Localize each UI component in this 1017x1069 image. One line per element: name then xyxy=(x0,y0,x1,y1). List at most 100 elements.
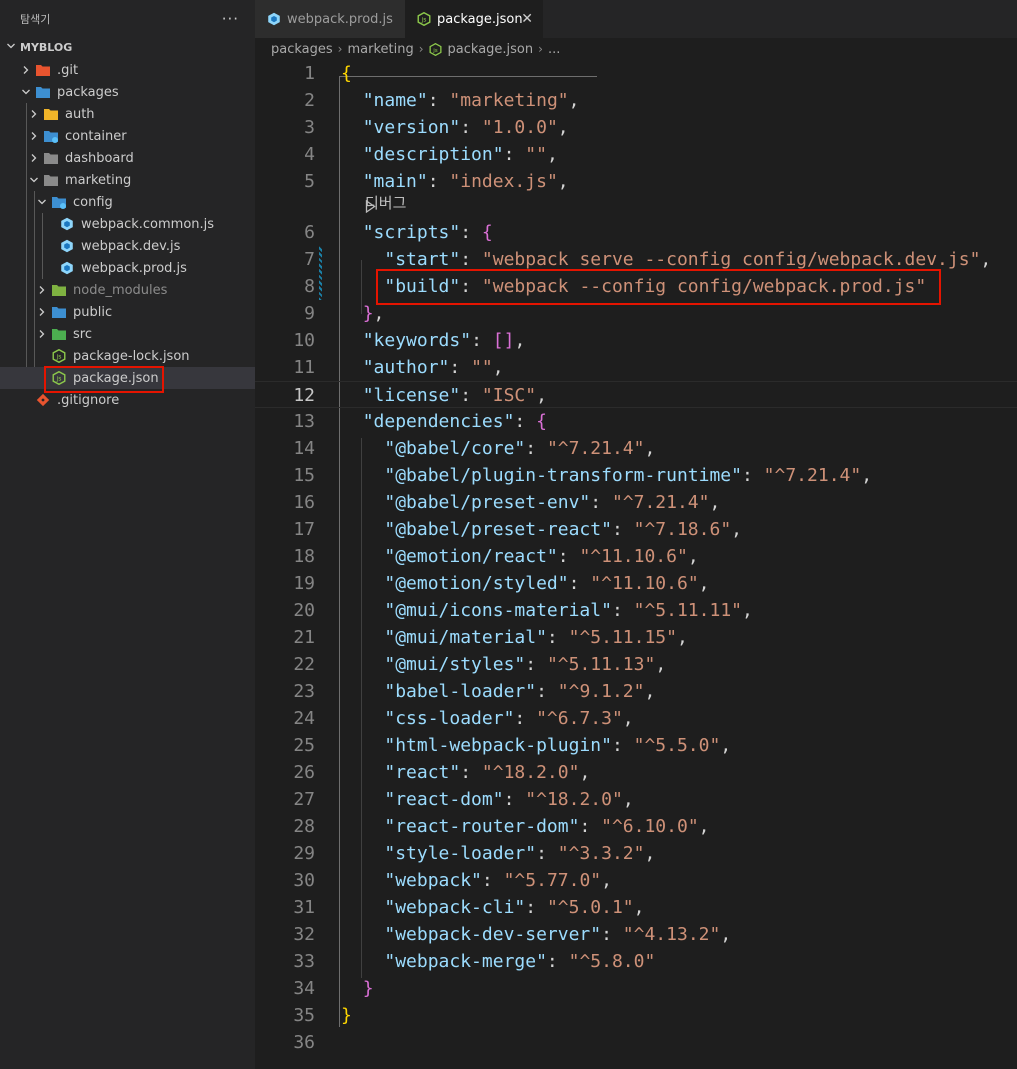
code-line[interactable]: 32 "webpack-dev-server": "^4.13.2", xyxy=(255,921,1017,948)
breadcrumb-marketing[interactable]: marketing xyxy=(347,42,413,57)
tree-item-webpack-prod-js[interactable]: webpack.prod.js xyxy=(0,257,255,279)
tree-item-config[interactable]: config xyxy=(0,191,255,213)
tree-item-auth[interactable]: auth xyxy=(0,103,255,125)
code-line[interactable]: 36 xyxy=(255,1029,1017,1056)
close-icon[interactable]: ✕ xyxy=(521,11,533,27)
code-line[interactable]: 4 "description": "", xyxy=(255,141,1017,168)
code-line[interactable]: 12 "license": "ISC", xyxy=(255,381,1017,408)
line-number: 16 xyxy=(293,492,315,513)
packages-folder-icon xyxy=(35,81,51,103)
code-line[interactable]: 27 "react-dom": "^18.2.0", xyxy=(255,786,1017,813)
code-token: "style-loader" xyxy=(384,843,537,864)
code-token: : xyxy=(741,465,764,486)
tree-item-public[interactable]: public xyxy=(0,301,255,323)
line-number: 14 xyxy=(293,438,315,459)
breadcrumb-packages[interactable]: packages xyxy=(271,42,333,57)
code-line[interactable]: 28 "react-router-dom": "^6.10.0", xyxy=(255,813,1017,840)
code-line[interactable]: 2 "name": "marketing", xyxy=(255,87,1017,114)
code-line[interactable]: 14 "@babel/core": "^7.21.4", xyxy=(255,435,1017,462)
code-line[interactable]: 5 "main": "index.js", xyxy=(255,168,1017,195)
code-line[interactable]: 19 "@emotion/styled": "^11.10.6", xyxy=(255,570,1017,597)
code-line[interactable]: 3 "version": "1.0.0", xyxy=(255,114,1017,141)
code-editor[interactable]: 1{2 "name": "marketing", 3 "version": "1.… xyxy=(255,60,1017,1069)
code-text: "style-loader": "^3.3.2", xyxy=(341,840,655,867)
code-line[interactable]: 30 "webpack": "^5.77.0", xyxy=(255,867,1017,894)
code-line[interactable]: 16 "@babel/preset-env": "^7.21.4", xyxy=(255,489,1017,516)
line-number: 2 xyxy=(304,90,315,111)
code-line[interactable]: 7 "start": "webpack serve --config confi… xyxy=(255,246,1017,273)
tree-item-webpack-common-js[interactable]: webpack.common.js xyxy=(0,213,255,235)
code-text: { xyxy=(341,60,352,87)
tree-item-package-lock-json[interactable]: js package-lock.json xyxy=(0,345,255,367)
code-line[interactable]: 24 "css-loader": "^6.7.3", xyxy=(255,705,1017,732)
code-token: "marketing" xyxy=(449,90,569,111)
tree-item-label: src xyxy=(73,326,92,342)
code-token: "@mui/material" xyxy=(384,627,547,648)
workspace-root-myblog[interactable]: MYBLOG xyxy=(0,37,255,57)
tree-item-package-json[interactable]: js package.json xyxy=(0,367,255,389)
code-token: "@mui/styles" xyxy=(384,654,526,675)
tree-item-webpack-dev-js[interactable]: webpack.dev.js xyxy=(0,235,255,257)
code-token: "react-router-dom" xyxy=(384,816,580,837)
code-line[interactable]: 11 "author": "", xyxy=(255,354,1017,381)
tab-package-json[interactable]: js package.json ✕ xyxy=(405,0,543,38)
tree-item-git[interactable]: .git xyxy=(0,59,255,81)
tree-item-node-modules[interactable]: node_modules xyxy=(0,279,255,301)
code-line[interactable]: 13 "dependencies": { xyxy=(255,408,1017,435)
tab-webpack-prod-js[interactable]: webpack.prod.js xyxy=(255,0,405,38)
breadcrumb-more[interactable]: ... xyxy=(548,42,560,57)
code-line[interactable]: 20 "@mui/icons-material": "^5.11.11", xyxy=(255,597,1017,624)
play-icon[interactable] xyxy=(365,197,377,214)
code-line[interactable]: 26 "react": "^18.2.0", xyxy=(255,759,1017,786)
line-number: 13 xyxy=(293,411,315,432)
code-text: "@babel/preset-env": "^7.21.4", xyxy=(341,489,720,516)
tree-item-src[interactable]: src xyxy=(0,323,255,345)
more-actions-icon[interactable]: ··· xyxy=(222,10,239,28)
code-token: , xyxy=(980,249,992,270)
tree-item-marketing[interactable]: marketing xyxy=(0,169,255,191)
code-line[interactable]: 1{ xyxy=(255,60,1017,87)
code-line[interactable]: 33 "webpack-merge": "^5.8.0" xyxy=(255,948,1017,975)
code-token: : xyxy=(590,492,612,513)
code-token: : xyxy=(460,249,482,270)
tree-item-dashboard[interactable]: dashboard xyxy=(0,147,255,169)
code-token: , xyxy=(568,90,580,111)
code-line[interactable]: 34 } xyxy=(255,975,1017,1002)
code-token: "^11.10.6" xyxy=(590,573,699,594)
breadcrumb-package-json[interactable]: package.json xyxy=(448,42,534,57)
code-line[interactable]: 6 "scripts": { xyxy=(255,219,1017,246)
code-line[interactable]: 25 "html-webpack-plugin": "^5.5.0", xyxy=(255,732,1017,759)
code-line[interactable]: 31 "webpack-cli": "^5.0.1", xyxy=(255,894,1017,921)
tree-item-packages[interactable]: packages xyxy=(0,81,255,103)
code-token: "keywords" xyxy=(362,330,472,351)
tree-item-label: config xyxy=(73,194,113,210)
code-line[interactable]: 18 "@emotion/react": "^11.10.6", xyxy=(255,543,1017,570)
code-line[interactable]: 23 "babel-loader": "^9.1.2", xyxy=(255,678,1017,705)
code-line[interactable]: 10 "keywords": [], xyxy=(255,327,1017,354)
code-token: } xyxy=(362,303,374,324)
code-token: "^5.11.11" xyxy=(633,600,742,621)
line-number: 17 xyxy=(293,519,315,540)
code-line[interactable]: 15 "@babel/plugin-transform-runtime": "^… xyxy=(255,462,1017,489)
code-token: , xyxy=(557,171,569,192)
config-folder-icon xyxy=(51,191,67,213)
code-line[interactable]: 21 "@mui/material": "^5.11.15", xyxy=(255,624,1017,651)
code-line[interactable]: 9 }, xyxy=(255,300,1017,327)
code-line[interactable]: 29 "style-loader": "^3.3.2", xyxy=(255,840,1017,867)
tree-item-gitignore[interactable]: .gitignore xyxy=(0,389,255,411)
auth-folder-icon xyxy=(43,103,59,125)
code-line[interactable]: 17 "@babel/preset-react": "^7.18.6", xyxy=(255,516,1017,543)
code-token: , xyxy=(698,573,710,594)
line-number: 34 xyxy=(293,978,315,999)
code-text: "@emotion/react": "^11.10.6", xyxy=(341,543,698,570)
code-token: , xyxy=(536,385,547,406)
code-line[interactable]: 35} xyxy=(255,1002,1017,1029)
tree-item-container[interactable]: container xyxy=(0,125,255,147)
code-line[interactable]: 8 "build": "webpack --config config/webp… xyxy=(255,273,1017,300)
code-line[interactable]: 22 "@mui/styles": "^5.11.13", xyxy=(255,651,1017,678)
code-token: "1.0.0" xyxy=(481,117,558,138)
